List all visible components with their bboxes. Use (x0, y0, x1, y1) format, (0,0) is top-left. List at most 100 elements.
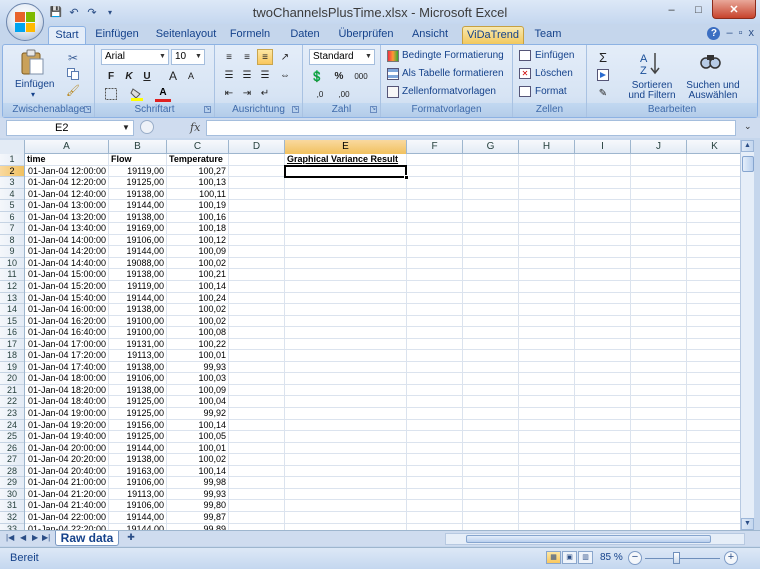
page-break-view-icon[interactable]: ▥ (578, 551, 593, 564)
time-cell[interactable]: 01-Jan-04 18:00:00 (25, 373, 109, 385)
time-cell[interactable]: 01-Jan-04 21:20:00 (25, 488, 109, 500)
flow-cell[interactable]: 19144,00 (109, 511, 167, 523)
shrink-font-button[interactable]: A (183, 68, 199, 84)
time-cell[interactable]: 01-Jan-04 19:00:00 (25, 408, 109, 420)
time-cell[interactable]: 01-Jan-04 18:20:00 (25, 384, 109, 396)
time-cell[interactable]: 01-Jan-04 13:40:00 (25, 223, 109, 235)
row-header[interactable]: 4 (0, 189, 24, 201)
font-color-icon[interactable]: A (155, 86, 171, 102)
align-top-icon[interactable]: ≡ (221, 49, 237, 65)
insert-cells-button[interactable]: Einfügen (535, 50, 574, 61)
temperature-cell[interactable]: 100,14 (167, 465, 229, 477)
workbook-restore-button[interactable]: ▫ (739, 27, 743, 40)
temperature-cell[interactable]: 100,02 (167, 315, 229, 327)
workbook-close-button[interactable]: x (749, 27, 755, 40)
increase-indent-icon[interactable]: ⇥ (239, 85, 255, 101)
row-header[interactable]: 5 (0, 200, 24, 212)
temperature-cell[interactable]: 99,98 (167, 477, 229, 489)
align-left-icon[interactable]: ☰ (221, 67, 237, 83)
temperature-cell[interactable]: 100,08 (167, 327, 229, 339)
time-cell[interactable]: 01-Jan-04 21:00:00 (25, 477, 109, 489)
select-all-corner[interactable] (0, 140, 25, 154)
temperature-cell[interactable]: 100,09 (167, 384, 229, 396)
row-header[interactable]: 12 (0, 281, 24, 293)
row-header[interactable]: 7 (0, 223, 24, 235)
flow-cell[interactable]: 19100,00 (109, 327, 167, 339)
temperature-cell[interactable]: 99,93 (167, 361, 229, 373)
font-size-select[interactable]: 10 ▼ (171, 49, 205, 65)
temperature-cell[interactable]: 99,93 (167, 488, 229, 500)
page-layout-view-icon[interactable]: ▣ (562, 551, 577, 564)
time-cell[interactable]: 01-Jan-04 16:40:00 (25, 327, 109, 339)
row-header[interactable]: 29 (0, 477, 24, 489)
temperature-cell[interactable]: 100,27 (167, 165, 229, 177)
conditional-formatting-button[interactable]: Bedingte Formatierung (402, 50, 504, 61)
time-cell[interactable]: 01-Jan-04 20:20:00 (25, 454, 109, 466)
header-cell-temperature[interactable]: Temperature (167, 154, 229, 165)
align-right-icon[interactable]: ☰ (257, 67, 273, 83)
fill-color-icon[interactable] (129, 86, 145, 102)
flow-cell[interactable]: 19144,00 (109, 200, 167, 212)
sort-filter-button[interactable]: Sortieren und Filtern (625, 81, 679, 101)
column-header-j[interactable]: J (631, 140, 687, 154)
zoom-in-icon[interactable]: + (724, 551, 738, 565)
font-name-select[interactable]: Arial ▼ (101, 49, 169, 65)
format-cells-button[interactable]: Format (535, 86, 567, 97)
flow-cell[interactable]: 19144,00 (109, 292, 167, 304)
format-as-table-button[interactable]: Als Tabelle formatieren (402, 68, 504, 79)
flow-cell[interactable]: 19119,00 (109, 165, 167, 177)
percent-button[interactable]: % (331, 68, 347, 84)
temperature-cell[interactable]: 100,05 (167, 431, 229, 443)
last-sheet-icon[interactable]: ▶| (42, 533, 50, 542)
time-cell[interactable]: 01-Jan-04 16:00:00 (25, 304, 109, 316)
scroll-up-icon[interactable]: ▲ (741, 140, 754, 152)
row-header[interactable]: 3 (0, 177, 24, 189)
name-box[interactable]: E2 (6, 120, 134, 136)
tab-einfuegen[interactable]: Einfügen (92, 26, 142, 44)
flow-cell[interactable]: 19138,00 (109, 211, 167, 223)
formula-input[interactable] (206, 120, 736, 136)
find-select-button[interactable]: Suchen und Auswählen (683, 81, 743, 101)
find-select-icon[interactable] (697, 49, 723, 77)
header-cell-flow[interactable]: Flow (109, 154, 167, 165)
dialog-launcher-icon[interactable]: ↘ (84, 106, 91, 113)
temperature-cell[interactable]: 100,18 (167, 223, 229, 235)
row-header[interactable]: 24 (0, 420, 24, 432)
row-header[interactable]: 17 (0, 339, 24, 351)
row-header[interactable]: 9 (0, 246, 24, 258)
flow-cell[interactable]: 19125,00 (109, 396, 167, 408)
horizontal-scrollbar[interactable] (445, 533, 745, 545)
flow-cell[interactable]: 19113,00 (109, 350, 167, 362)
row-header[interactable]: 1 (0, 154, 24, 166)
header-cell-time[interactable]: time (25, 154, 109, 165)
insert-function-icon[interactable]: fx (190, 121, 200, 134)
row-header[interactable]: 15 (0, 316, 24, 328)
temperature-cell[interactable]: 100,01 (167, 350, 229, 362)
row-header[interactable]: 16 (0, 327, 24, 339)
active-cell[interactable] (284, 164, 409, 180)
time-cell[interactable]: 01-Jan-04 21:40:00 (25, 500, 109, 512)
flow-cell[interactable]: 19169,00 (109, 223, 167, 235)
temperature-cell[interactable]: 100,02 (167, 304, 229, 316)
row-header[interactable]: 10 (0, 258, 24, 270)
column-header-c[interactable]: C (167, 140, 229, 154)
header-cell-result[interactable]: Graphical Variance Result (285, 154, 407, 165)
temperature-cell[interactable]: 100,01 (167, 442, 229, 454)
row-header[interactable]: 18 (0, 350, 24, 362)
row-header[interactable]: 21 (0, 385, 24, 397)
worksheet-grid[interactable]: ABCDEFGHIJK 1 2 3 4 5 6 7 8 9 10 11 12 13 14 15 16 17 18 1… (0, 140, 740, 530)
time-cell[interactable]: 01-Jan-04 12:20:00 (25, 177, 109, 189)
row-header[interactable]: 26 (0, 443, 24, 455)
temperature-cell[interactable]: 100,13 (167, 177, 229, 189)
temperature-cell[interactable]: 100,22 (167, 338, 229, 350)
tab-ansicht[interactable]: Ansicht (406, 26, 454, 44)
align-middle-icon[interactable]: ≡ (239, 49, 255, 65)
time-cell[interactable]: 01-Jan-04 15:40:00 (25, 292, 109, 304)
row-header[interactable]: 25 (0, 431, 24, 443)
flow-cell[interactable]: 19100,00 (109, 315, 167, 327)
column-header-b[interactable]: B (109, 140, 167, 154)
minimize-button[interactable]: – (658, 0, 685, 19)
vertical-scroll-thumb[interactable] (742, 156, 754, 172)
temperature-cell[interactable]: 100,11 (167, 188, 229, 200)
flow-cell[interactable]: 19138,00 (109, 269, 167, 281)
